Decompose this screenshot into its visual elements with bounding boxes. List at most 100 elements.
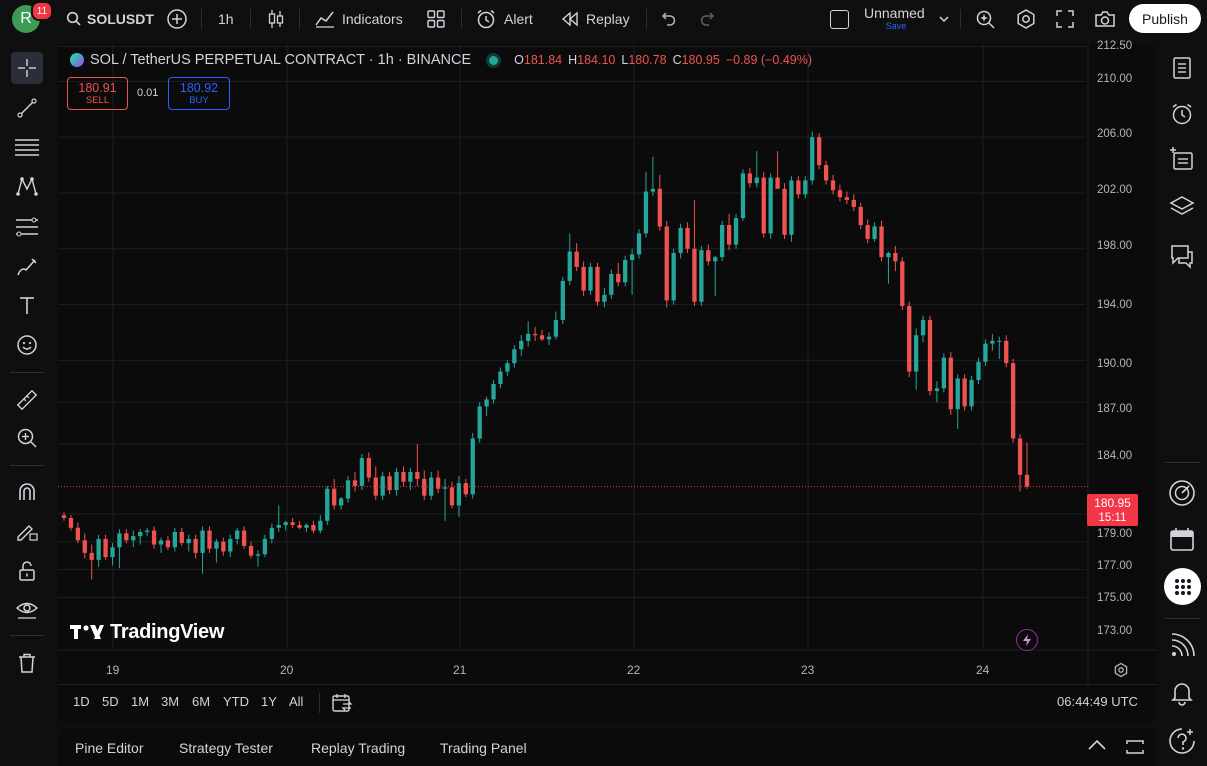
candle-body	[96, 538, 101, 560]
timeframe-6m-button[interactable]: 6M	[192, 694, 210, 709]
hide-drawings-tool[interactable]	[11, 593, 43, 625]
ideas-button[interactable]	[1166, 477, 1198, 509]
timeframe-1m-button[interactable]: 1M	[131, 694, 149, 709]
time-axis-label: 24	[976, 663, 990, 677]
candle-body	[422, 478, 427, 496]
alerts-panel-button[interactable]	[1166, 98, 1198, 130]
layers-button[interactable]	[1166, 190, 1198, 222]
utc-clock[interactable]: 06:44:49 UTC	[1057, 694, 1138, 709]
tab-strategy-tester[interactable]: Strategy Tester	[179, 740, 273, 756]
crosshair-tool[interactable]	[11, 52, 43, 84]
candle-body	[158, 540, 164, 545]
publish-button[interactable]: Publish	[1129, 4, 1201, 33]
notifications-button[interactable]	[1166, 677, 1198, 709]
symbol-search-button[interactable]: SOLUSDT	[66, 0, 154, 38]
tab-replay-trading[interactable]: Replay Trading	[311, 740, 405, 756]
brush-icon	[17, 258, 37, 276]
maximize-panel-button[interactable]	[1125, 738, 1145, 761]
current-price: 180.95	[1094, 496, 1131, 510]
lock-drawings-tool[interactable]	[11, 555, 43, 587]
candle-body	[657, 188, 662, 227]
text-icon	[20, 297, 34, 314]
layout-menu-button[interactable]	[938, 0, 950, 38]
tab-pine-editor[interactable]: Pine Editor	[75, 740, 143, 756]
remove-drawings-tool[interactable]	[11, 647, 43, 679]
timeframe-ytd-button[interactable]: YTD	[223, 694, 249, 709]
chat-button[interactable]	[1166, 240, 1198, 272]
undo-button[interactable]	[659, 0, 677, 38]
templates-button[interactable]	[426, 0, 446, 38]
candle-body	[678, 227, 683, 253]
candle-body	[976, 361, 981, 380]
price-axis-label: 202.00	[1097, 184, 1133, 196]
candle-body	[241, 530, 247, 546]
lightning-button[interactable]	[1016, 629, 1038, 651]
streams-button[interactable]	[1166, 630, 1198, 662]
candle-body	[907, 305, 912, 372]
candle-body	[117, 533, 122, 548]
candle-body	[685, 227, 690, 249]
collapse-panel-button[interactable]	[1087, 738, 1107, 757]
current-price-tag[interactable]: 180.95 15:11	[1087, 494, 1138, 526]
sell-button[interactable]: 180.91 SELL	[67, 77, 128, 110]
symbol-legend[interactable]: SOL / TetherUS PERPETUAL CONTRACT · 1h ·…	[70, 52, 812, 68]
help-button[interactable]	[1166, 725, 1198, 757]
brush-tool[interactable]	[11, 251, 43, 283]
replay-button[interactable]: Replay	[560, 0, 630, 38]
zoom-in-tool[interactable]	[11, 422, 43, 454]
zoom-in-icon	[17, 428, 37, 448]
measure-tool[interactable]	[11, 384, 43, 416]
snapshot-button[interactable]	[1093, 0, 1117, 38]
calendar-button[interactable]	[1166, 523, 1198, 555]
date-range-button[interactable]	[331, 692, 353, 719]
alarm-clock-icon	[477, 9, 495, 29]
indicators-label: Indicators	[342, 11, 403, 27]
candle-body	[692, 248, 697, 302]
fib-tool[interactable]	[11, 211, 43, 243]
buy-button[interactable]: 180.92 BUY	[168, 77, 230, 110]
tab-trading-panel[interactable]: Trading Panel	[440, 740, 527, 756]
smiley-icon	[17, 335, 37, 355]
pattern-tool[interactable]	[11, 170, 43, 202]
candle-body	[505, 363, 510, 372]
interval-button[interactable]: 1h	[218, 0, 234, 38]
timeframe-1y-button[interactable]: 1Y	[261, 694, 277, 709]
candle-body	[491, 384, 496, 400]
candle-body	[193, 538, 198, 553]
object-tree-button[interactable]	[1166, 143, 1198, 175]
apps-grid-icon	[1174, 578, 1191, 595]
text-tool[interactable]	[11, 290, 43, 322]
chart-type-button[interactable]	[266, 0, 286, 38]
candle-body	[290, 522, 295, 525]
layout-checkbox[interactable]	[830, 0, 849, 38]
alert-button[interactable]: Alert	[475, 0, 533, 38]
candle-body	[526, 333, 531, 341]
redo-button[interactable]	[699, 0, 717, 38]
candle-body	[124, 533, 129, 541]
candle-body	[207, 530, 212, 549]
axis-settings-button[interactable]	[1113, 662, 1129, 683]
fullscreen-button[interactable]	[1055, 0, 1075, 38]
timeframe-3m-button[interactable]: 3M	[161, 694, 179, 709]
emoji-tool[interactable]	[11, 329, 43, 361]
stay-drawing-tool[interactable]	[11, 515, 43, 547]
timeframe-5d-button[interactable]: 5D	[102, 694, 119, 709]
horizontal-lines-tool[interactable]	[11, 131, 43, 163]
candle-body	[851, 199, 856, 207]
price-axis-label: 210.00	[1097, 73, 1133, 85]
candle-body	[983, 343, 988, 362]
settings-button[interactable]	[1015, 0, 1037, 38]
magnet-tool[interactable]	[11, 476, 43, 508]
watchlist-button[interactable]	[1166, 52, 1198, 84]
timeframe-1d-button[interactable]: 1D	[73, 694, 90, 709]
indicators-button[interactable]: Indicators	[314, 0, 403, 38]
compare-symbol-button[interactable]	[166, 0, 188, 38]
products-button[interactable]	[1164, 568, 1201, 605]
timeframe-all-button[interactable]: All	[289, 694, 303, 709]
quick-search-button[interactable]	[975, 0, 997, 38]
candle-body	[68, 518, 74, 528]
trend-line-tool[interactable]	[11, 92, 43, 124]
tradingview-watermark[interactable]: TradingView	[70, 620, 224, 644]
ohlc-open-label: O	[514, 53, 524, 67]
layout-name-button[interactable]: Unnamed Save	[864, 5, 930, 35]
